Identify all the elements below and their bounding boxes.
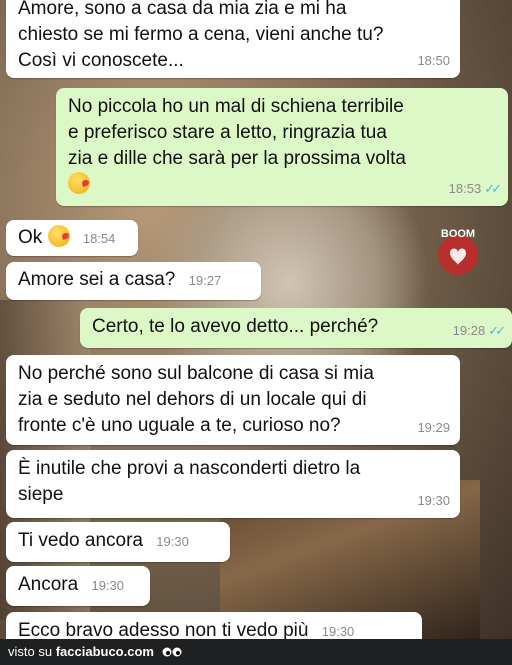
message-text: e preferisco stare a letto, ringrazia tu… bbox=[68, 122, 387, 143]
message-text: Ecco bravo adesso non ti vedo più bbox=[18, 620, 309, 641]
message-text: È inutile che provi a nasconderti dietro… bbox=[18, 458, 361, 479]
footer-site-link[interactable]: facciabuco.com bbox=[56, 644, 154, 659]
message-time: 19:30 bbox=[91, 578, 125, 593]
message-text: Ti vedo ancora bbox=[18, 530, 143, 551]
boom-logo: BOOM bbox=[438, 228, 478, 275]
footer-prefix: visto su bbox=[8, 644, 53, 659]
message-text: Amore, sono a casa da mia zia e mi ha bbox=[18, 0, 347, 19]
message-text: siepe bbox=[18, 484, 64, 505]
message-text: fronte c'è uno uguale a te, curioso no? bbox=[18, 415, 341, 436]
message-time: 19:28 bbox=[452, 323, 486, 338]
message-bubble-outgoing[interactable]: Certo, te lo avevo detto... perché? 19:2… bbox=[80, 308, 512, 348]
boom-logo-text: BOOM bbox=[441, 228, 475, 240]
message-bubble-incoming[interactable]: Amore, sono a casa da mia zia e mi ha ch… bbox=[6, 0, 460, 78]
message-text: No piccola ho un mal di schiena terribil… bbox=[68, 96, 404, 117]
message-time-row: 18:53 ✓✓ bbox=[448, 176, 502, 202]
eyes-icon bbox=[162, 647, 182, 657]
message-text: zia e dille che sarà per la prossima vol… bbox=[68, 148, 406, 169]
double-check-icon: ✓✓ bbox=[484, 181, 502, 196]
footer-bar: visto su facciabuco.com bbox=[0, 639, 512, 665]
kiss-emoji-icon bbox=[68, 172, 90, 194]
message-text: Amore sei a casa? bbox=[18, 269, 176, 290]
message-bubble-incoming[interactable]: È inutile che provi a nasconderti dietro… bbox=[6, 450, 460, 518]
message-bubble-incoming[interactable]: Ti vedo ancora 19:30 bbox=[6, 522, 230, 562]
double-check-icon: ✓✓ bbox=[488, 323, 506, 338]
message-time: 19:30 bbox=[156, 534, 189, 549]
message-bubble-incoming[interactable]: No perché sono sul balcone di casa si mi… bbox=[6, 355, 460, 445]
message-time: 19:30 bbox=[417, 493, 450, 508]
message-text: Certo, te lo avevo detto... perché? bbox=[92, 316, 379, 337]
message-text: Ancora bbox=[18, 574, 79, 595]
message-time: 19:27 bbox=[188, 273, 222, 288]
message-time: 19:30 bbox=[321, 624, 355, 639]
message-text: chiesto se mi fermo a cena, vieni anche … bbox=[18, 24, 384, 45]
message-text: Ok bbox=[18, 227, 43, 248]
message-bubble-incoming[interactable]: Ok 18:54 bbox=[6, 220, 138, 256]
message-text: No perché sono sul balcone di casa si mi… bbox=[18, 363, 374, 384]
message-bubble-incoming[interactable]: Amore sei a casa? 19:27 bbox=[6, 262, 261, 300]
message-time: 18:53 bbox=[448, 181, 482, 196]
message-time: 18:50 bbox=[417, 53, 450, 68]
kiss-emoji-icon bbox=[47, 225, 70, 247]
message-bubble-outgoing[interactable]: No piccola ho un mal di schiena terribil… bbox=[56, 88, 508, 206]
message-time-row: 19:28 ✓✓ bbox=[452, 318, 506, 344]
message-time: 19:29 bbox=[417, 420, 450, 435]
message-bubble-incoming[interactable]: Ancora 19:30 bbox=[6, 566, 150, 606]
message-text: zia e seduto nel dehors di un locale qui… bbox=[18, 389, 367, 410]
message-time: 18:54 bbox=[82, 231, 116, 246]
message-text: Così vi conoscete... bbox=[18, 50, 184, 71]
